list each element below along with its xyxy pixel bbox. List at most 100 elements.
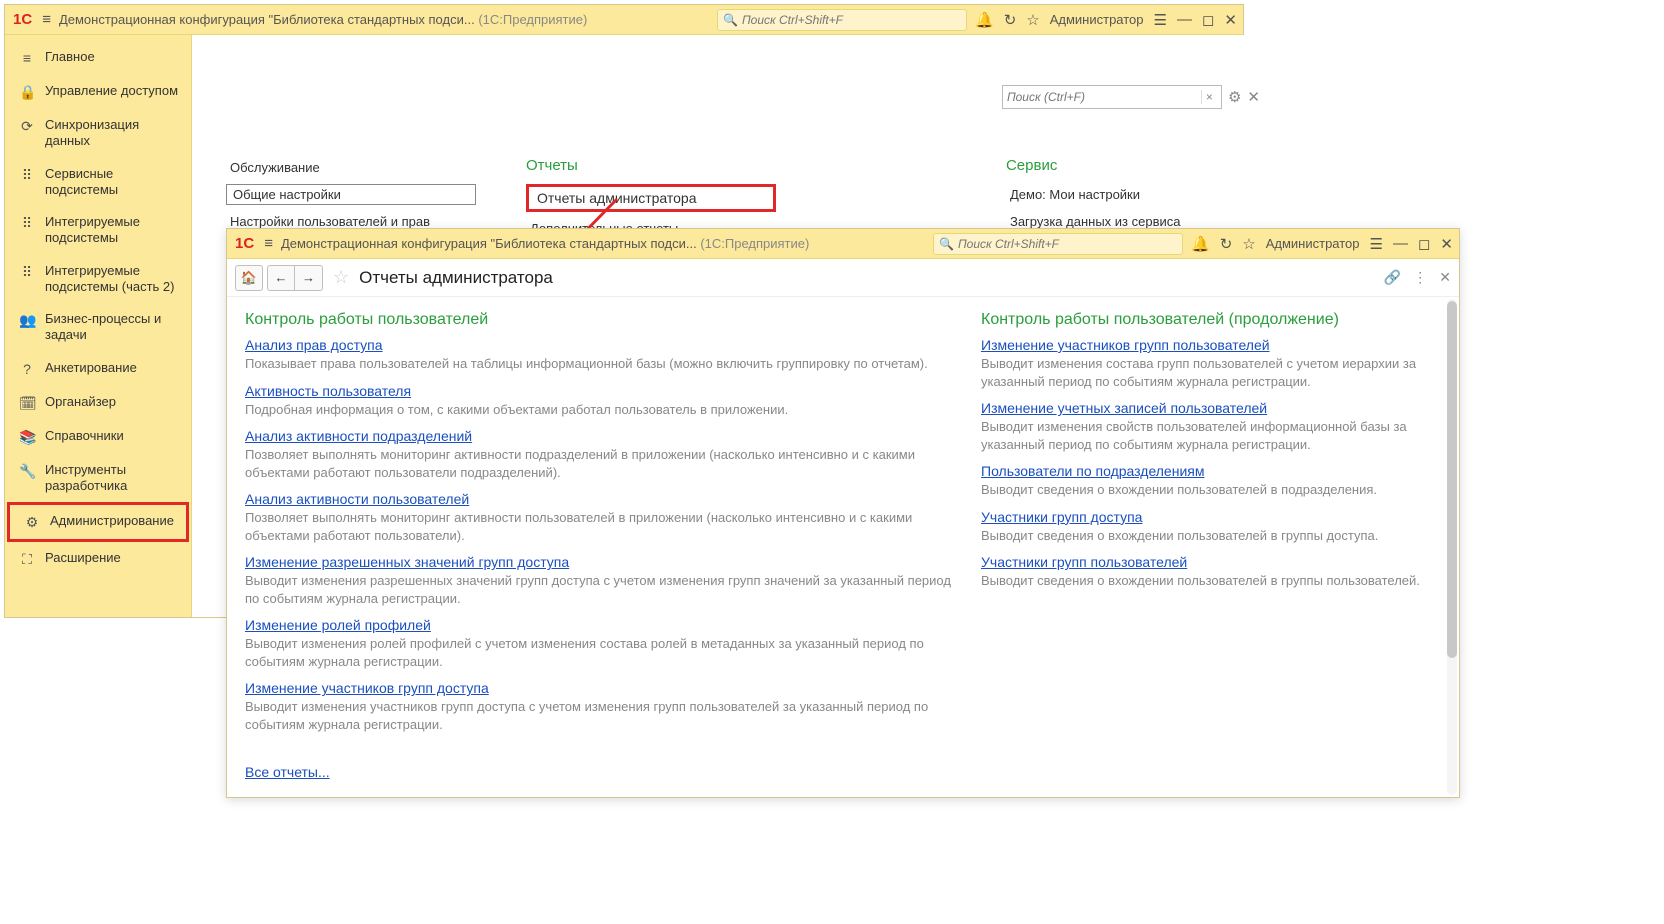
sidebar-item-service[interactable]: ⠿ Сервисные подсистемы (5, 158, 191, 207)
more-icon[interactable]: ⋮ (1413, 269, 1427, 286)
sidebar-item-business[interactable]: 👥 Бизнес-процессы и задачи (5, 303, 191, 352)
close-icon[interactable]: ✕ (1247, 88, 1260, 106)
menu-item[interactable]: Обслуживание (226, 157, 476, 178)
sidebar-label: Органайзер (45, 394, 116, 410)
maximize-icon[interactable]: ◻ (1202, 11, 1214, 29)
minimize-icon[interactable]: — (1177, 11, 1192, 28)
menu-column-3: Сервис Демо: Мои настройки Загрузка данн… (1006, 157, 1256, 239)
search-icon: 🔍 (939, 237, 954, 251)
titlebar-1: 1C ≡ Демонстрационная конфигурация "Библ… (5, 5, 1243, 35)
filter-icon[interactable]: ☰ (1370, 235, 1383, 253)
sidebar: ≡ Главное 🔒 Управление доступом ⟳ Синхро… (5, 35, 192, 617)
sidebar-item-survey[interactable]: ? Анкетирование (5, 352, 191, 386)
sidebar-item-administration[interactable]: ⚙ Администрирование (7, 502, 189, 542)
wrench-icon: 🔧 (19, 463, 35, 480)
bell-icon[interactable]: 🔔 (975, 11, 994, 29)
menu-icon[interactable]: ≡ (42, 11, 51, 28)
panel-search[interactable]: × (1002, 85, 1222, 109)
home-button[interactable]: 🏠 (235, 265, 263, 291)
sidebar-label: Администрирование (50, 513, 174, 529)
menu-column-2: Отчеты Отчеты администратора Дополнитель… (526, 157, 776, 239)
favorite-icon[interactable]: ☆ (333, 267, 349, 288)
sidebar-label: Интегрируемые подсистемы (часть 2) (45, 263, 179, 296)
back-button[interactable]: ← (267, 265, 295, 291)
home-icon: ≡ (19, 50, 35, 66)
sidebar-item-extension[interactable]: ⛶ Расширение (5, 542, 191, 576)
column-header: Сервис (1006, 157, 1256, 174)
reports-body: Контроль работы пользователей Анализ пра… (227, 297, 1459, 797)
report-link[interactable]: Анализ прав доступа (245, 337, 383, 353)
history-icon[interactable]: ↻ (1004, 11, 1017, 29)
menu-item-admin-reports[interactable]: Отчеты администратора (526, 184, 776, 212)
report-link[interactable]: Изменение учетных записей пользователей (981, 400, 1267, 416)
report-link[interactable]: Участники групп пользователей (981, 554, 1187, 570)
global-search[interactable]: 🔍 (933, 233, 1183, 255)
sidebar-label: Управление доступом (45, 83, 178, 99)
gear-icon[interactable]: ⚙ (1228, 88, 1241, 106)
star-icon[interactable]: ☆ (1026, 11, 1039, 29)
sync-icon: ⟳ (19, 118, 35, 135)
report-desc: Позволяет выполнять мониторинг активност… (245, 509, 951, 544)
panel-search-input[interactable] (1007, 90, 1201, 104)
column-header: Отчеты (526, 157, 776, 174)
report-desc: Подробная информация о том, с какими объ… (245, 401, 951, 419)
clear-icon[interactable]: × (1201, 90, 1217, 104)
report-desc: Выводит изменения ролей профилей с учето… (245, 635, 951, 670)
sidebar-item-integrated[interactable]: ⠿ Интегрируемые подсистемы (5, 206, 191, 255)
user-label[interactable]: Администратор (1266, 236, 1360, 251)
minimize-icon[interactable]: — (1393, 235, 1408, 252)
report-link[interactable]: Анализ активности подразделений (245, 428, 472, 444)
report-link[interactable]: Изменение разрешенных значений групп дос… (245, 554, 569, 570)
reports-column-right: Контроль работы пользователей (продолжен… (981, 311, 1441, 783)
sidebar-item-organizer[interactable]: 🗓 Органайзер (5, 386, 191, 420)
report-link[interactable]: Изменение участников групп доступа (245, 680, 489, 696)
page-toolbar: 🏠 ← → ☆ Отчеты администратора 🔗 ⋮ ✕ (227, 259, 1459, 297)
report-link[interactable]: Изменение участников групп пользователей (981, 337, 1270, 353)
report-link[interactable]: Анализ активности пользователей (245, 491, 469, 507)
report-link[interactable]: Изменение ролей профилей (245, 617, 431, 633)
report-desc: Выводит изменения разрешенных значений г… (245, 572, 951, 607)
star-icon[interactable]: ☆ (1242, 235, 1255, 253)
sidebar-item-catalogs[interactable]: 📚 Справочники (5, 420, 191, 454)
logo-1c-icon: 1C (233, 235, 256, 252)
sidebar-item-devtools[interactable]: 🔧 Инструменты разработчика (5, 454, 191, 503)
scrollbar[interactable] (1447, 299, 1457, 795)
close-icon[interactable]: ✕ (1224, 11, 1237, 29)
section-title: Контроль работы пользователей (продолжен… (981, 311, 1441, 329)
people-icon: 👥 (19, 312, 35, 329)
sidebar-label: Сервисные подсистемы (45, 166, 179, 199)
global-search-input[interactable] (958, 237, 1177, 251)
link-icon[interactable]: 🔗 (1384, 269, 1401, 286)
report-link[interactable]: Пользователи по подразделениям (981, 463, 1204, 479)
sidebar-item-main[interactable]: ≡ Главное (5, 41, 191, 75)
user-label[interactable]: Администратор (1050, 12, 1144, 27)
close-tab-icon[interactable]: ✕ (1439, 269, 1451, 286)
report-desc: Позволяет выполнять мониторинг активност… (245, 446, 951, 481)
sidebar-label: Бизнес-процессы и задачи (45, 311, 179, 344)
filter-icon[interactable]: ☰ (1154, 11, 1167, 29)
global-search[interactable]: 🔍 (717, 9, 967, 31)
all-reports-link[interactable]: Все отчеты... (245, 764, 330, 780)
window-title: Демонстрационная конфигурация "Библиотек… (59, 12, 709, 27)
sidebar-label: Интегрируемые подсистемы (45, 214, 179, 247)
report-link[interactable]: Активность пользователя (245, 383, 411, 399)
global-search-input[interactable] (742, 13, 961, 27)
sidebar-label: Инструменты разработчика (45, 462, 179, 495)
maximize-icon[interactable]: ◻ (1418, 235, 1430, 253)
sidebar-item-access[interactable]: 🔒 Управление доступом (5, 75, 191, 109)
sidebar-item-integrated2[interactable]: ⠿ Интегрируемые подсистемы (часть 2) (5, 255, 191, 304)
menu-icon[interactable]: ≡ (264, 235, 273, 252)
scroll-thumb[interactable] (1447, 301, 1457, 658)
window-title: Демонстрационная конфигурация "Библиотек… (281, 236, 925, 251)
menu-item[interactable]: Демо: Мои настройки (1006, 184, 1256, 205)
report-link[interactable]: Участники групп доступа (981, 509, 1142, 525)
menu-item-selected[interactable]: Общие настройки (226, 184, 476, 205)
sidebar-label: Синхронизация данных (45, 117, 179, 150)
close-icon[interactable]: ✕ (1440, 235, 1453, 253)
sidebar-item-sync[interactable]: ⟳ Синхронизация данных (5, 109, 191, 158)
lock-icon: 🔒 (19, 84, 35, 101)
bell-icon[interactable]: 🔔 (1191, 235, 1210, 253)
forward-button[interactable]: → (295, 265, 323, 291)
history-icon[interactable]: ↻ (1220, 235, 1233, 253)
page-title: Отчеты администратора (359, 268, 553, 288)
